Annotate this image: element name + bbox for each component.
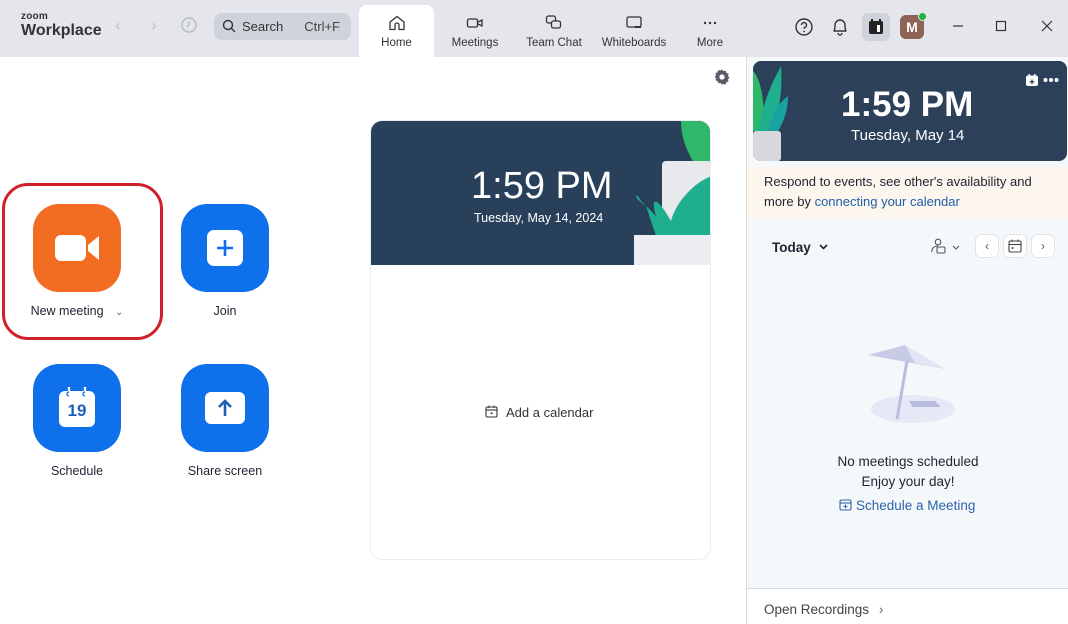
more-options-icon[interactable] [1043,77,1059,83]
calendar-icon [1008,239,1022,253]
chat-bubbles-icon [545,15,562,29]
calendar-add-icon [485,405,498,418]
share-screen-tile[interactable] [181,364,269,452]
join-label: Join [213,304,237,318]
tab-meetings[interactable]: Meetings [440,5,510,57]
whats-new-button[interactable] [862,13,890,41]
calendar-card: 1:59 PM Tuesday, May 14, 2024 Add a cale… [370,120,711,560]
close-button[interactable] [1037,16,1057,36]
search-label: Search [242,19,284,34]
new-meeting-button[interactable]: New meeting ⌄ [17,204,137,318]
join-button[interactable]: Join [165,204,285,318]
calendar-add-icon [839,499,852,511]
plus-icon [207,230,243,266]
history-icon [181,17,197,33]
avatar[interactable]: M [900,12,927,39]
plant-illustration [753,66,788,161]
tab-home[interactable]: Home [359,5,434,57]
upcoming-panel: 1:59 PM Tuesday, May 14 Respond to event… [746,57,1068,624]
calendar-picker-button[interactable] [1003,234,1027,258]
chevron-down-icon [818,244,828,250]
close-icon [1041,20,1053,32]
share-screen-label: Share screen [187,464,263,478]
video-camera-icon [55,235,99,261]
back-button[interactable]: ‹ [108,16,128,36]
chevron-right-icon: › [1041,239,1045,253]
new-meeting-tile[interactable] [33,204,121,292]
more-dots-icon [703,21,717,25]
home-icon [388,15,405,31]
schedule-tile[interactable]: 19 [33,364,121,452]
video-camera-icon [466,18,483,28]
logo-workplace: Workplace [21,22,102,39]
search-shortcut: Ctrl+F [304,19,340,34]
connect-calendar-link[interactable]: connecting your calendar [815,194,960,209]
share-screen-button[interactable]: Share screen [165,364,285,478]
side-time: 1:59 PM [841,85,974,124]
search-icon [222,19,236,33]
tab-whiteboards-label: Whiteboards [601,37,667,49]
settings-button[interactable] [713,68,731,86]
bell-icon [833,19,847,36]
upload-arrow-icon [205,392,245,424]
chevron-right-icon: › [151,17,157,34]
help-icon [795,18,813,36]
minimize-button[interactable] [948,16,968,36]
no-meetings-subtitle: Enjoy your day! [861,474,955,489]
chevron-left-icon: ‹ [115,17,121,34]
minimize-icon [953,25,963,27]
person-calendar-icon [931,238,960,254]
next-day-button[interactable]: › [1031,234,1055,258]
calendar-day: 19 [67,401,87,420]
gift-calendar-icon [869,19,883,34]
avatar-initial: M [906,19,918,35]
attendee-filter-button[interactable] [931,238,963,256]
side-banner: 1:59 PM Tuesday, May 14 [753,61,1067,161]
gear-icon [714,69,730,85]
title-bar: zoom Workplace ‹ › Search Ctrl+F Home Me… [0,0,1068,57]
forward-button[interactable]: › [144,16,164,36]
calendar-date: Tuesday, May 14, 2024 [474,211,604,225]
history-button[interactable] [179,16,199,36]
add-calendar-link[interactable]: Add a calendar [485,405,593,420]
chevron-right-icon: › [878,602,884,617]
logo-zoom: zoom [21,11,48,22]
open-recordings-label: Open Recordings › [764,602,884,617]
no-meetings-title: No meetings scheduled [837,454,979,469]
home-main: New meeting ⌄ Join 19 Schedule Share scr… [0,57,746,624]
tab-team-chat-label: Team Chat [526,37,582,49]
side-date: Tuesday, May 14 [851,127,965,144]
tab-more-label: More [696,37,724,49]
connect-calendar-notice: Respond to events, see other's availabil… [747,167,1068,219]
tab-meetings-label: Meetings [451,37,499,49]
add-event-calendar-icon[interactable] [1026,74,1038,86]
app-logo: zoom Workplace [21,12,102,39]
schedule-meeting-link[interactable]: Schedule a Meeting [839,498,975,513]
calendar-banner: 1:59 PM Tuesday, May 14, 2024 [371,121,710,265]
help-button[interactable] [792,15,816,39]
open-recordings-button[interactable]: Open Recordings › [747,588,1068,624]
search-input[interactable]: Search Ctrl+F [214,13,351,40]
chevron-down-icon: ⌄ [115,307,124,318]
tab-more[interactable]: More [685,5,735,57]
tab-team-chat[interactable]: Team Chat [519,5,589,57]
schedule-button[interactable]: 19 Schedule [17,364,137,478]
maximize-icon [995,20,1007,32]
today-dropdown[interactable]: Today [772,240,828,255]
notifications-button[interactable] [828,15,852,39]
new-meeting-label: New meeting ⌄ [30,304,124,318]
beach-umbrella-illustration [868,345,955,423]
chevron-left-icon: ‹ [985,239,989,253]
tab-whiteboards[interactable]: Whiteboards [597,5,671,57]
whiteboard-icon [626,16,642,28]
previous-day-button[interactable]: ‹ [975,234,999,258]
presence-dot [918,12,927,21]
schedule-label: Schedule [50,464,104,478]
maximize-button[interactable] [991,16,1011,36]
plant-illustration [634,121,710,265]
calendar-time: 1:59 PM [471,165,613,207]
join-tile[interactable] [181,204,269,292]
tab-home-label: Home [381,37,412,49]
